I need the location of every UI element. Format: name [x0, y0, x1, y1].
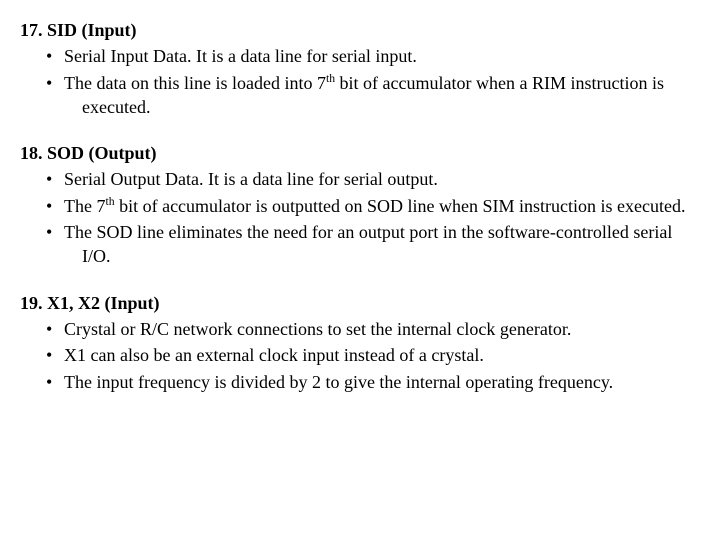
- page-content: 17. SID (Input) Serial Input Data. It is…: [0, 0, 720, 412]
- section-19: 19. X1, X2 (Input) Crystal or R/C networ…: [18, 291, 700, 394]
- list-item-text: Crystal or R/C network connections to se…: [64, 319, 571, 339]
- list-item: The data on this line is loaded into 7th…: [64, 71, 700, 120]
- section-19-bullets: Crystal or R/C network connections to se…: [18, 317, 700, 394]
- superscript: th: [105, 195, 114, 208]
- list-item: X1 can also be an external clock input i…: [64, 343, 700, 367]
- list-item: Serial Output Data. It is a data line fo…: [64, 167, 700, 191]
- superscript: th: [326, 72, 335, 85]
- list-item-text: Serial Input Data. It is a data line for…: [64, 46, 417, 66]
- list-item: Crystal or R/C network connections to se…: [64, 317, 700, 341]
- list-item: The SOD line eliminates the need for an …: [64, 220, 700, 269]
- list-item-text: bit of accumulator is outputted on SOD l…: [115, 196, 686, 216]
- section-17: 17. SID (Input) Serial Input Data. It is…: [18, 18, 700, 119]
- list-item-text: The SOD line eliminates the need for an …: [64, 222, 672, 266]
- list-item: The input frequency is divided by 2 to g…: [64, 370, 700, 394]
- section-18: 18. SOD (Output) Serial Output Data. It …: [18, 141, 700, 268]
- list-item: Serial Input Data. It is a data line for…: [64, 44, 700, 68]
- list-item: The 7th bit of accumulator is outputted …: [64, 194, 700, 218]
- list-item-text: The 7: [64, 196, 105, 216]
- section-17-heading: 17. SID (Input): [20, 18, 700, 42]
- list-item-text: X1 can also be an external clock input i…: [64, 345, 484, 365]
- section-19-heading: 19. X1, X2 (Input): [20, 291, 700, 315]
- section-18-heading: 18. SOD (Output): [20, 141, 700, 165]
- list-item-text: The data on this line is loaded into 7: [64, 73, 326, 93]
- list-item-text: Serial Output Data. It is a data line fo…: [64, 169, 438, 189]
- list-item-text: The input frequency is divided by 2 to g…: [64, 372, 613, 392]
- section-17-bullets: Serial Input Data. It is a data line for…: [18, 44, 700, 119]
- section-18-bullets: Serial Output Data. It is a data line fo…: [18, 167, 700, 268]
